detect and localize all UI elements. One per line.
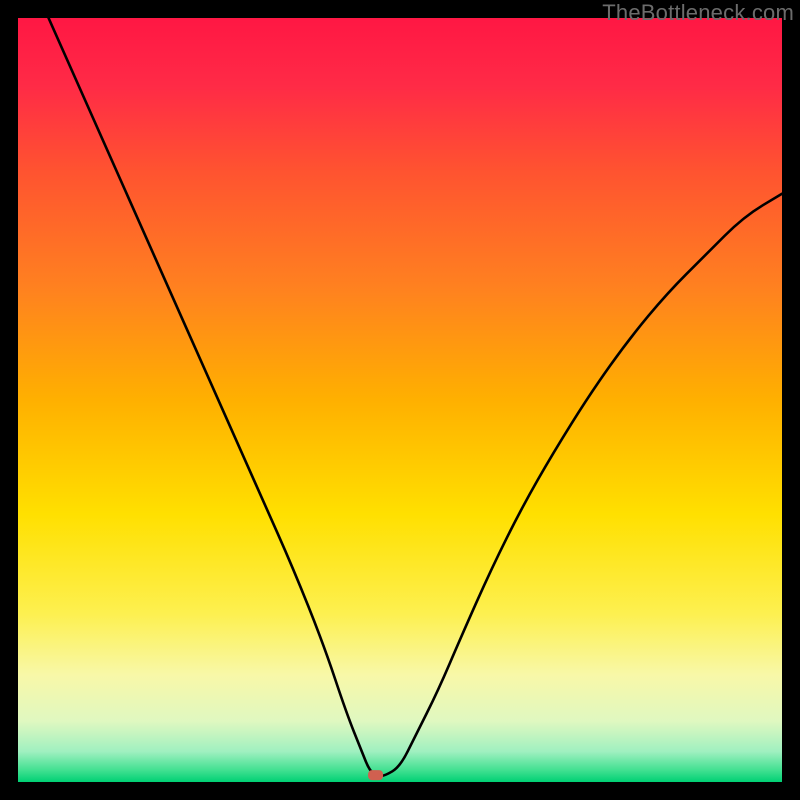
gradient-background [18, 18, 782, 782]
plot-area [18, 18, 782, 782]
chart-svg [18, 18, 782, 782]
chart-container: TheBottleneck.com [0, 0, 800, 800]
watermark-text: TheBottleneck.com [602, 0, 794, 26]
optimum-marker [368, 770, 383, 780]
